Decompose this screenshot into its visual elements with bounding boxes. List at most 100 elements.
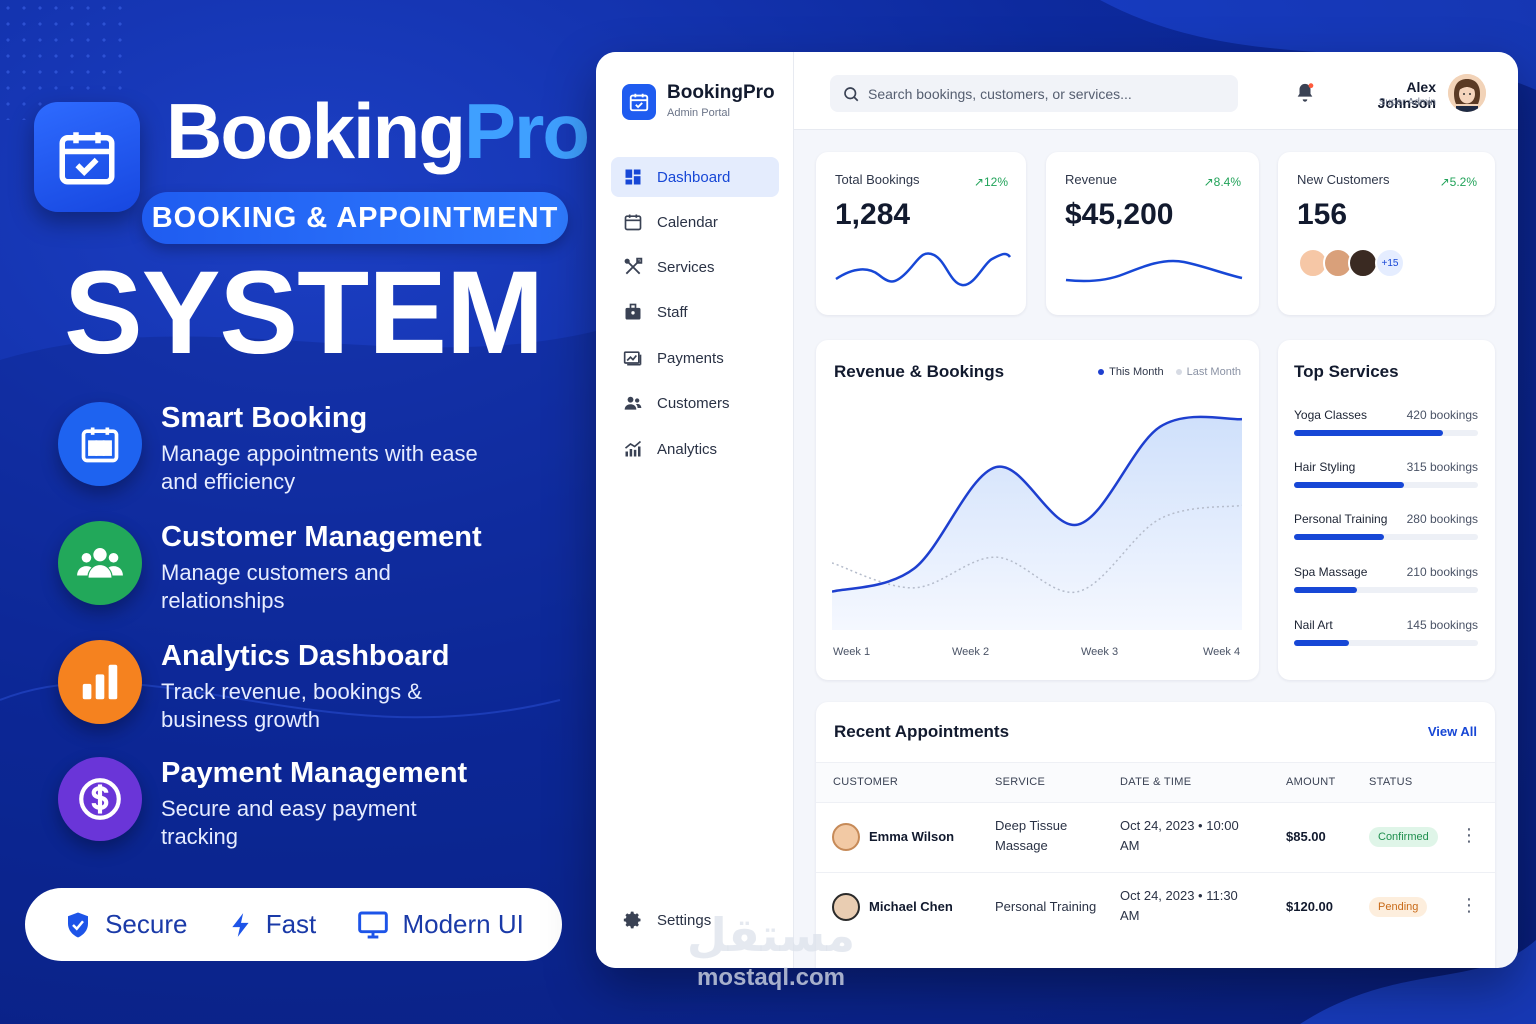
sidebar-item-label: Staff <box>657 303 688 321</box>
feature-desc: Track revenue, bookings & business growt… <box>161 679 422 732</box>
watermark-arabic: مستقل <box>686 908 856 962</box>
stat-value: $45,200 <box>1065 198 1174 231</box>
search-input[interactable] <box>868 85 1228 102</box>
feature-desc: Manage customers and relationships <box>161 560 391 613</box>
badge-fast: Fast <box>228 907 316 943</box>
view-all-link[interactable]: View All <box>1428 724 1477 739</box>
stat-card-revenue: Revenue ↗8.4% $45,200 <box>1046 152 1259 315</box>
bar-chart-icon <box>82 664 118 700</box>
stat-label: Total Bookings <box>835 172 920 187</box>
stat-change-value: 12% <box>983 175 1008 189</box>
service-bar-fill <box>1294 587 1357 593</box>
table-row[interactable]: Michael Chen Personal Training Oct 24, 2… <box>816 872 1496 942</box>
datetime-cell: Oct 24, 2023 • 11:30 AM <box>1120 888 1238 923</box>
app-logo <box>34 102 140 212</box>
chart-legend: This Month Last Month <box>1098 366 1241 378</box>
stat-change-value: 8.4% <box>1213 175 1241 189</box>
payments-icon <box>623 351 642 366</box>
row-more-menu-icon[interactable]: ⋮ <box>1460 895 1478 916</box>
legend-label: This Month <box>1109 366 1164 378</box>
legend-item-this-month[interactable]: This Month <box>1098 366 1164 378</box>
notifications-button[interactable] <box>1294 82 1316 109</box>
x-tick-label: Week 4 <box>1203 646 1241 658</box>
analytics-icon <box>624 440 642 457</box>
sparkline <box>835 252 1012 287</box>
system-heading: SYSTEM <box>64 247 544 379</box>
sidebar-item-label: Analytics <box>657 440 718 458</box>
badge-modern-ui: Modern UI <box>356 909 524 941</box>
sidebar-item-dashboard[interactable]: Dashboard <box>611 157 779 197</box>
gear-icon <box>623 911 641 929</box>
sidebar-item-payments[interactable]: Payments <box>611 338 779 378</box>
stat-change: ↗12% <box>973 175 1008 189</box>
sidebar-item-staff[interactable]: Staff <box>611 292 779 332</box>
calendar-icon <box>624 214 642 231</box>
sparkline <box>1065 259 1243 283</box>
user-role: Super Admin <box>1378 97 1436 108</box>
feature-desc: Secure and easy payment tracking <box>161 796 417 849</box>
service-bar-track <box>1294 587 1478 593</box>
customer-name: Emma Wilson <box>869 829 955 844</box>
area-chart <box>832 415 1242 630</box>
stat-label: New Customers <box>1297 172 1390 187</box>
search-box[interactable] <box>830 75 1238 112</box>
dollar-icon <box>79 778 121 820</box>
avatar-more-count: +15 <box>1381 257 1399 269</box>
service-bar-fill <box>1294 534 1385 540</box>
service-name: Personal Training <box>1294 512 1388 526</box>
sidebar-logo <box>622 84 656 120</box>
service-cell: Deep Tissue Massage <box>995 818 1068 853</box>
top-services-card: Top Services Yoga Classes 420 bookings H… <box>1278 340 1495 680</box>
dashboard-icon <box>625 169 641 185</box>
tools-icon <box>624 257 643 275</box>
feature-desc: Manage appointments with ease and effici… <box>161 441 478 494</box>
sidebar-item-customers[interactable]: Customers <box>611 383 779 423</box>
monitor-icon <box>358 911 389 938</box>
service-name: Hair Styling <box>1294 460 1356 474</box>
service-bar-fill <box>1294 482 1405 488</box>
x-tick-label: Week 3 <box>1081 646 1119 658</box>
search-icon <box>844 86 859 101</box>
feature-title: Payment Management <box>161 757 468 789</box>
sidebar: BookingPro Admin Portal Dashboard Calend… <box>596 52 794 968</box>
brand-title: BookingPro <box>166 92 590 170</box>
series-area-this-month <box>832 416 1242 630</box>
legend-item-last-month[interactable]: Last Month <box>1175 366 1241 378</box>
calendar-check-icon <box>629 93 649 112</box>
users-icon <box>77 548 123 578</box>
feature-title: Smart Booking <box>161 402 368 434</box>
service-cell: Personal Training <box>995 899 1097 914</box>
service-bar-track <box>1294 482 1478 488</box>
top-bar: Alex Johnson Super Admin <box>794 52 1518 130</box>
feature-icon-bg <box>58 521 142 605</box>
service-bar-track <box>1294 640 1478 646</box>
stat-change: ↗8.4% <box>1203 175 1241 189</box>
column-header: SERVICE <box>995 776 1046 788</box>
stat-change: ↗5.2% <box>1439 175 1477 189</box>
service-count: 420 bookings <box>1406 408 1478 422</box>
avatar-more-badge: +15 <box>1375 248 1405 278</box>
service-name: Spa Massage <box>1294 565 1368 579</box>
sidebar-item-label: Payments <box>657 349 724 367</box>
stat-value: 156 <box>1297 198 1348 231</box>
briefcase-icon <box>625 303 641 320</box>
sidebar-item-calendar[interactable]: Calendar <box>611 202 779 242</box>
shield-check-icon <box>68 912 89 937</box>
service-bar-track <box>1294 430 1478 436</box>
avatar <box>1348 248 1378 278</box>
service-bar-fill <box>1294 640 1350 646</box>
watermark-latin: mostaql.com <box>696 964 846 991</box>
brand-part-a: Booking <box>166 87 466 175</box>
datetime-cell: Oct 24, 2023 • 10:00 AM <box>1120 818 1239 853</box>
sidebar-item-analytics[interactable]: Analytics <box>611 429 779 469</box>
feature-icon-bg <box>58 640 142 724</box>
row-more-menu-icon[interactable]: ⋮ <box>1460 825 1478 846</box>
customer-avatar <box>832 823 860 851</box>
stat-card-new-customers: New Customers ↗5.2% 156 +15 <box>1278 152 1495 315</box>
lightning-icon <box>232 912 249 937</box>
user-avatar[interactable] <box>1448 74 1486 112</box>
x-tick-label: Week 2 <box>952 646 990 658</box>
users-icon <box>624 396 642 410</box>
sidebar-item-services[interactable]: Services <box>611 247 779 287</box>
table-row[interactable]: Emma Wilson Deep Tissue Massage Oct 24, … <box>816 802 1496 872</box>
